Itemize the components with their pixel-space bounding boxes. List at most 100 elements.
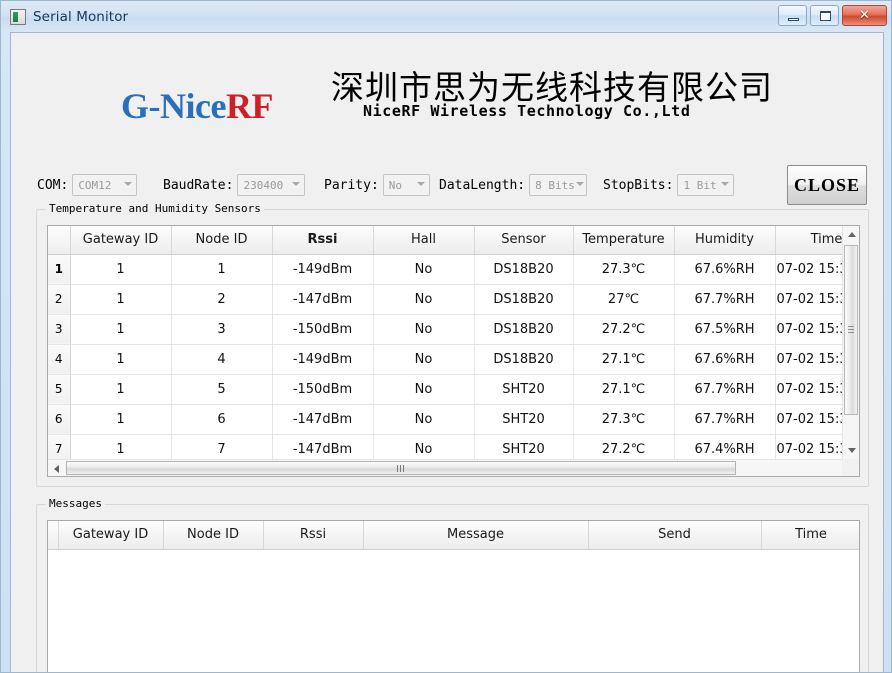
table-row[interactable]: 414-149dBmNoDS18B2027.1℃67.6%RH07-02 15:…: [48, 344, 860, 374]
cell-temperature[interactable]: 27.2℃: [573, 314, 674, 344]
cell-gateway-id[interactable]: 1: [70, 254, 171, 284]
stopbits-field: StopBits: 1 Bit: [603, 174, 734, 196]
row-index-cell[interactable]: 6: [48, 404, 70, 434]
cell-humidity[interactable]: 67.7%RH: [674, 284, 775, 314]
stopbits-label: StopBits:: [603, 178, 673, 193]
cell-gateway-id[interactable]: 1: [70, 344, 171, 374]
column-header-humidity[interactable]: Humidity: [674, 226, 775, 254]
row-index-cell[interactable]: 2: [48, 284, 70, 314]
cell-temperature[interactable]: 27.1℃: [573, 374, 674, 404]
messages-column-header-rssi[interactable]: Rssi: [263, 521, 363, 549]
cell-sensor[interactable]: SHT20: [474, 374, 573, 404]
close-port-button[interactable]: CLOSE: [787, 165, 867, 205]
cell-humidity[interactable]: 67.5%RH: [674, 314, 775, 344]
row-index-cell[interactable]: 4: [48, 344, 70, 374]
company-logo: G-NiceRF: [121, 85, 273, 127]
cell-hall[interactable]: No: [373, 284, 474, 314]
cell-node-id[interactable]: 6: [171, 404, 272, 434]
cell-hall[interactable]: No: [373, 374, 474, 404]
cell-sensor[interactable]: DS18B20: [474, 284, 573, 314]
messages-column-header-time[interactable]: Time: [761, 521, 860, 549]
chevron-down-icon: [575, 175, 586, 195]
sensors-vscroll-thumb[interactable]: [844, 245, 858, 415]
cell-rssi[interactable]: -147dBm: [272, 404, 373, 434]
cell-node-id[interactable]: 5: [171, 374, 272, 404]
datalength-value: 8 Bits: [530, 179, 575, 192]
sensors-hscroll-thumb[interactable]: [66, 461, 736, 475]
close-icon: ✕: [843, 6, 886, 25]
logo-text-accent: RF: [226, 86, 273, 126]
close-window-button[interactable]: ✕: [842, 5, 887, 26]
stopbits-select[interactable]: 1 Bit: [677, 174, 734, 196]
column-header-hall[interactable]: Hall: [373, 226, 474, 254]
table-row[interactable]: 616-147dBmNoSHT2027.3℃67.7%RH07-02 15:30…: [48, 404, 860, 434]
column-header-node-id[interactable]: Node ID: [171, 226, 272, 254]
cell-rssi[interactable]: -147dBm: [272, 284, 373, 314]
cell-hall[interactable]: No: [373, 344, 474, 374]
cell-sensor[interactable]: SHT20: [474, 404, 573, 434]
datalength-select[interactable]: 8 Bits: [529, 174, 587, 196]
messages-column-header-gateway-id[interactable]: Gateway ID: [58, 521, 163, 549]
cell-temperature[interactable]: 27.1℃: [573, 344, 674, 374]
column-header-rssi[interactable]: Rssi: [272, 226, 373, 254]
cell-temperature[interactable]: 27.3℃: [573, 254, 674, 284]
sensors-horizontal-scrollbar[interactable]: [48, 459, 859, 476]
scroll-up-icon[interactable]: [843, 226, 860, 243]
scroll-left-icon[interactable]: [48, 460, 65, 477]
cell-rssi[interactable]: -150dBm: [272, 374, 373, 404]
parity-select[interactable]: No: [383, 174, 430, 196]
baudrate-select[interactable]: 230400: [237, 174, 305, 196]
cell-hall[interactable]: No: [373, 254, 474, 284]
cell-hall[interactable]: No: [373, 404, 474, 434]
messages-column-header-node-id[interactable]: Node ID: [163, 521, 263, 549]
messages-grid[interactable]: Gateway ID Node ID Rssi Message Send Tim…: [47, 520, 860, 673]
cell-humidity[interactable]: 67.7%RH: [674, 374, 775, 404]
column-header-gateway-id[interactable]: Gateway ID: [70, 226, 171, 254]
com-select[interactable]: COM12: [72, 174, 137, 196]
sensors-group: Temperature and Humidity Sensors Gateway…: [36, 209, 869, 487]
sensors-grid[interactable]: Gateway ID Node ID Rssi Hall Sensor Temp…: [47, 225, 860, 477]
cell-sensor[interactable]: DS18B20: [474, 344, 573, 374]
cell-node-id[interactable]: 2: [171, 284, 272, 314]
cell-gateway-id[interactable]: 1: [70, 374, 171, 404]
cell-node-id[interactable]: 3: [171, 314, 272, 344]
messages-group-title: Messages: [46, 497, 105, 510]
table-row[interactable]: 212-147dBmNoDS18B2027℃67.7%RH07-02 15:30…: [48, 284, 860, 314]
cell-rssi[interactable]: -149dBm: [272, 344, 373, 374]
cell-temperature[interactable]: 27℃: [573, 284, 674, 314]
messages-column-header-send[interactable]: Send: [588, 521, 761, 549]
cell-rssi[interactable]: -150dBm: [272, 314, 373, 344]
cell-gateway-id[interactable]: 1: [70, 314, 171, 344]
minimize-button[interactable]: [778, 5, 807, 26]
stopbits-value: 1 Bit: [678, 179, 717, 192]
column-header-sensor[interactable]: Sensor: [474, 226, 573, 254]
cell-sensor[interactable]: DS18B20: [474, 254, 573, 284]
maximize-button[interactable]: [810, 5, 839, 26]
column-header-temperature[interactable]: Temperature: [573, 226, 674, 254]
scroll-down-icon[interactable]: [843, 442, 860, 459]
cell-sensor[interactable]: DS18B20: [474, 314, 573, 344]
cell-node-id[interactable]: 4: [171, 344, 272, 374]
table-row[interactable]: 515-150dBmNoSHT2027.1℃67.7%RH07-02 15:30…: [48, 374, 860, 404]
window-title: Serial Monitor: [33, 9, 128, 25]
baudrate-field: BaudRate: 230400: [163, 174, 305, 196]
sensors-vertical-scrollbar[interactable]: [842, 226, 859, 459]
cell-gateway-id[interactable]: 1: [70, 284, 171, 314]
cell-humidity[interactable]: 67.6%RH: [674, 254, 775, 284]
row-index-cell[interactable]: 5: [48, 374, 70, 404]
table-row[interactable]: 313-150dBmNoDS18B2027.2℃67.5%RH07-02 15:…: [48, 314, 860, 344]
cell-humidity[interactable]: 67.7%RH: [674, 404, 775, 434]
cell-hall[interactable]: No: [373, 314, 474, 344]
cell-node-id[interactable]: 1: [171, 254, 272, 284]
messages-column-header-message[interactable]: Message: [363, 521, 588, 549]
messages-group: Messages Gateway ID Node ID Rssi: [36, 504, 869, 673]
table-row[interactable]: 111-149dBmNoDS18B2027.3℃67.6%RH07-02 15:…: [48, 254, 860, 284]
messages-header-row: Gateway ID Node ID Rssi Message Send Tim…: [48, 521, 860, 549]
cell-temperature[interactable]: 27.3℃: [573, 404, 674, 434]
cell-gateway-id[interactable]: 1: [70, 404, 171, 434]
restore-icon: [820, 11, 831, 21]
cell-rssi[interactable]: -149dBm: [272, 254, 373, 284]
row-index-cell[interactable]: 1: [48, 254, 70, 284]
cell-humidity[interactable]: 67.6%RH: [674, 344, 775, 374]
row-index-cell[interactable]: 3: [48, 314, 70, 344]
